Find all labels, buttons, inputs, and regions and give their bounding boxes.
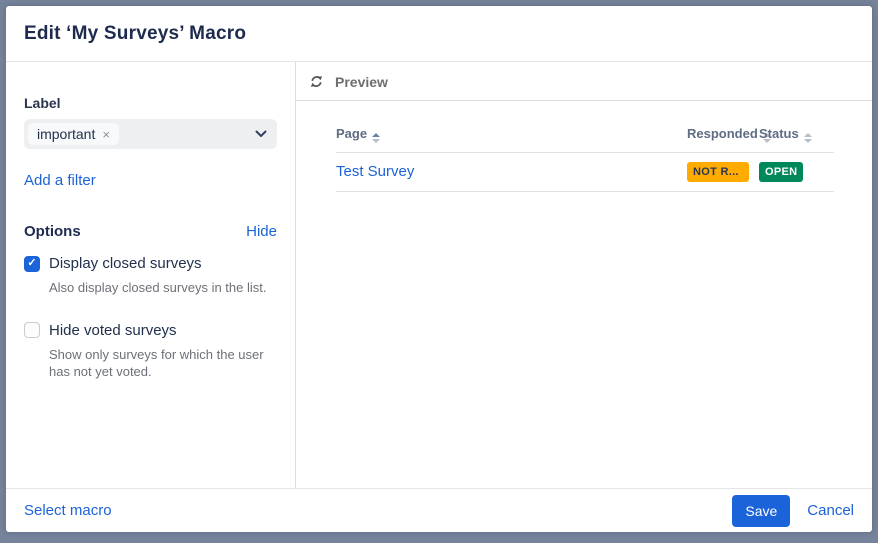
macro-settings-panel: Label important × Add a filter Options H… [6,62,296,488]
status-badge: OPEN [759,162,803,182]
column-header-status[interactable]: Status [759,122,834,153]
footer-actions: Save Cancel [732,495,854,527]
display-closed-surveys-checkbox[interactable]: ✓ [24,256,40,272]
surveys-table: Page Responded Status [336,122,834,192]
hide-voted-surveys-checkbox[interactable]: ✓ [24,322,40,338]
hide-voted-surveys-description: Show only surveys for which the user has… [49,346,284,381]
label-select[interactable]: important × [24,119,277,149]
label-tag: important × [28,123,119,145]
dialog-footer: Select macro Save Cancel [6,488,872,532]
responded-badge: NOT R... [687,162,749,182]
remove-tag-icon[interactable]: × [102,128,110,141]
dialog-body: Label important × Add a filter Options H… [6,62,872,488]
display-closed-surveys-description: Also display closed surveys in the list. [49,279,284,297]
cancel-link[interactable]: Cancel [807,502,854,519]
dialog-header: Edit ‘My Surveys’ Macro [6,6,872,62]
survey-page-link[interactable]: Test Survey [336,163,414,180]
refresh-icon[interactable] [308,73,325,90]
hide-voted-surveys-row: ✓ Hide voted surveys [24,322,277,339]
options-header: Options Hide [24,223,277,240]
hide-voted-surveys-label[interactable]: Hide voted surveys [49,322,177,339]
label-tag-text: important [37,126,95,142]
dialog-title: Edit ‘My Surveys’ Macro [24,23,246,45]
preview-header: Preview [296,62,872,101]
chevron-down-icon [255,130,267,138]
check-icon: ✓ [27,325,36,336]
column-header-page-label: Page [336,126,367,141]
preview-title: Preview [335,74,388,90]
label-field-label: Label [24,95,277,111]
display-closed-surveys-row: ✓ Display closed surveys [24,255,277,272]
save-button[interactable]: Save [732,495,790,527]
preview-content: Page Responded Status [296,101,872,192]
table-row: Test Survey NOT R... OPEN [336,153,834,192]
options-heading: Options [24,223,81,240]
status-cell: OPEN [759,153,834,192]
hide-options-link[interactable]: Hide [246,223,277,240]
add-filter-link[interactable]: Add a filter [24,172,96,189]
responded-cell: NOT R... [687,153,759,192]
sort-indicator [372,133,380,143]
preview-panel: Preview Page Responded [296,62,872,488]
check-icon: ✓ [27,258,36,269]
display-closed-surveys-label[interactable]: Display closed surveys [49,255,202,272]
column-header-responded-label: Responded [687,126,758,141]
sort-indicator [804,133,812,143]
column-header-page[interactable]: Page [336,122,687,153]
table-header-row: Page Responded Status [336,122,834,153]
edit-macro-dialog: Edit ‘My Surveys’ Macro Label important … [6,6,872,532]
select-macro-link[interactable]: Select macro [24,502,112,519]
column-header-status-label: Status [759,126,799,141]
page-cell: Test Survey [336,153,687,192]
column-header-responded[interactable]: Responded [687,122,759,153]
